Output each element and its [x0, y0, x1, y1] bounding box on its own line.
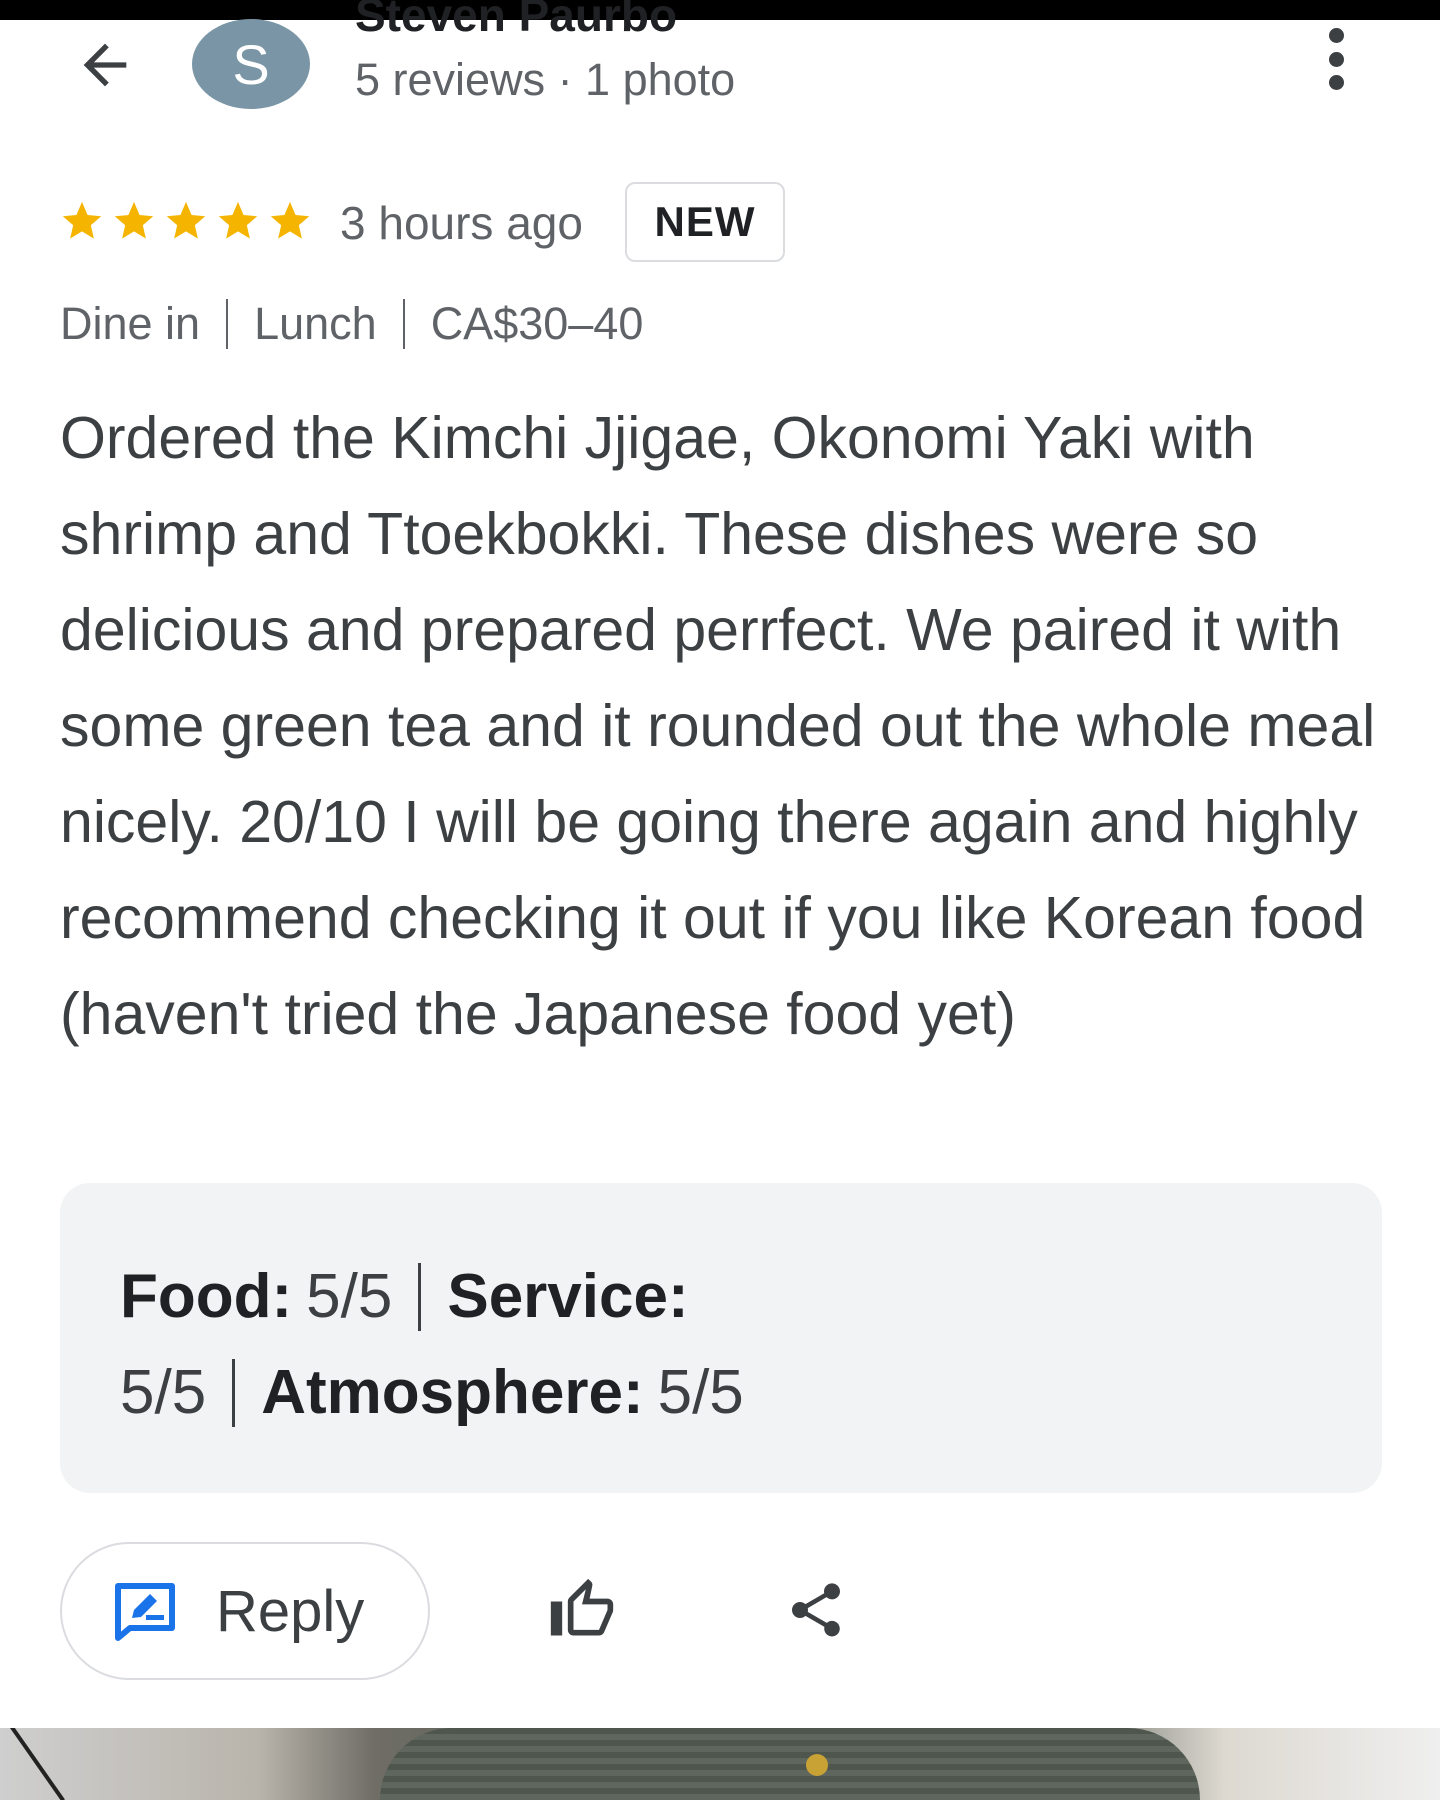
- more-options-button[interactable]: [1306, 22, 1366, 96]
- avatar-initial: S: [232, 32, 270, 96]
- share-icon: [792, 1583, 840, 1637]
- subrating-divider: [232, 1358, 236, 1427]
- tag-divider: [226, 299, 229, 349]
- review-text: Ordered the Kimchi Jjigae, Okonomi Yaki …: [60, 405, 1376, 1047]
- photo-detail: [806, 1754, 828, 1776]
- arrow-back-icon: [83, 43, 127, 87]
- review-time: 3 hours ago: [340, 197, 583, 249]
- new-badge: NEW: [625, 182, 785, 262]
- thumb-up-icon: [550, 1578, 614, 1636]
- avatar[interactable]: S: [192, 19, 310, 109]
- subratings-line-1: Food: 5/5 Service:: [120, 1261, 689, 1332]
- subratings-box: Food: 5/5 Service: 5/5 Atmosphere: 5/5: [60, 1183, 1382, 1493]
- service-value: 5/5: [120, 1358, 207, 1427]
- tag-meal: Lunch: [254, 298, 377, 349]
- star-rating: [58, 198, 314, 244]
- subrating-divider: [418, 1262, 422, 1331]
- review-photo[interactable]: [0, 1728, 1440, 1800]
- star-icon: [270, 201, 310, 239]
- reply-label: Reply: [216, 1578, 365, 1644]
- reviewer-name[interactable]: Steven Paurbo: [355, 0, 677, 38]
- service-label: Service:: [447, 1262, 689, 1331]
- reply-edit-icon: [115, 1583, 175, 1641]
- tag-divider: [402, 299, 405, 349]
- more-vert-icon: [1328, 28, 1344, 43]
- more-vert-icon-dot: [1328, 75, 1344, 90]
- atmosphere-value: 5/5: [657, 1358, 744, 1427]
- status-bar: [0, 0, 1440, 20]
- photo-detail: [380, 1728, 1200, 1800]
- tag-dine-in: Dine in: [60, 298, 201, 349]
- tag-price: CA$30–40: [430, 298, 644, 349]
- star-icon: [114, 201, 154, 239]
- subratings-line-2: 5/5 Atmosphere: 5/5: [120, 1357, 744, 1428]
- photo-detail: [10, 1728, 65, 1800]
- star-icon: [166, 201, 206, 239]
- reply-button[interactable]: Reply: [60, 1542, 430, 1680]
- food-value: 5/5: [306, 1262, 393, 1331]
- star-icon: [218, 201, 258, 239]
- star-icon: [62, 201, 102, 239]
- share-button[interactable]: [780, 1568, 852, 1652]
- review-tags: Dine in Lunch CA$30–40: [60, 298, 643, 350]
- reviewer-meta: 5 reviews · 1 photo: [355, 54, 736, 105]
- more-vert-icon-dot: [1328, 51, 1344, 67]
- food-label: Food:: [120, 1262, 293, 1331]
- atmosphere-label: Atmosphere:: [261, 1358, 644, 1427]
- back-button[interactable]: [64, 24, 146, 106]
- like-button[interactable]: [540, 1568, 624, 1652]
